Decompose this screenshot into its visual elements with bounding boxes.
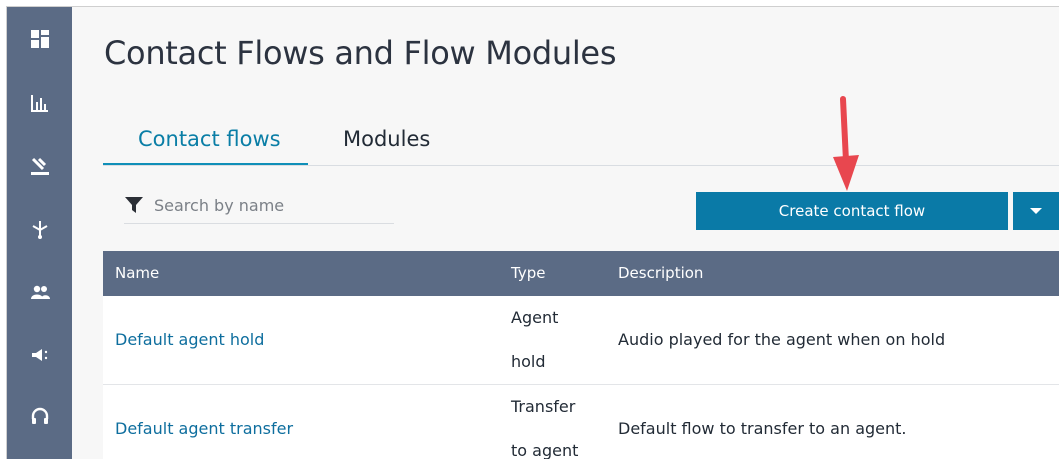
flow-type-line: to agent: [511, 441, 579, 459]
users-icon[interactable]: [7, 274, 72, 310]
annotation-arrow: [833, 96, 859, 191]
tab-contact-flows[interactable]: Contact flows: [138, 127, 281, 151]
flow-type: Transfer to agent: [511, 385, 601, 459]
caret-down-icon: [1030, 208, 1042, 214]
app-frame: Contact Flows and Flow Modules Contact f…: [6, 6, 1059, 459]
routing-icon[interactable]: [7, 148, 72, 184]
flow-type: Agent hold: [511, 296, 601, 384]
tab-modules[interactable]: Modules: [343, 127, 430, 151]
flow-type-line: Agent: [511, 308, 559, 327]
page-title: Contact Flows and Flow Modules: [104, 34, 617, 72]
table-row: Default agent hold Agent hold Audio play…: [103, 296, 1059, 385]
search-input[interactable]: [154, 195, 374, 215]
channels-icon[interactable]: [7, 211, 72, 247]
filter-icon: [125, 197, 143, 213]
dashboard-icon[interactable]: [7, 21, 72, 57]
flow-type-line: Transfer: [511, 397, 576, 416]
column-header-name[interactable]: Name: [115, 251, 159, 296]
flow-name-link[interactable]: Default agent transfer: [115, 385, 293, 459]
search-field[interactable]: [124, 187, 394, 224]
metrics-icon[interactable]: [7, 85, 72, 121]
flow-name-link[interactable]: Default agent hold: [115, 296, 264, 384]
flow-type-line: hold: [511, 352, 546, 371]
column-header-description[interactable]: Description: [618, 251, 703, 296]
headset-icon[interactable]: [7, 399, 72, 435]
table-header: Name Type Description: [103, 251, 1059, 296]
column-header-type[interactable]: Type: [511, 251, 545, 296]
campaigns-icon[interactable]: [7, 337, 72, 373]
create-options-dropdown[interactable]: [1013, 192, 1059, 230]
table-row: Default agent transfer Transfer to agent…: [103, 385, 1059, 459]
flow-description: Audio played for the agent when on hold: [618, 330, 946, 349]
sidebar: [7, 7, 72, 459]
flow-description: Default flow to transfer to an agent.: [618, 419, 907, 438]
create-contact-flow-button[interactable]: Create contact flow: [696, 192, 1008, 230]
tab-divider: [103, 165, 1059, 166]
